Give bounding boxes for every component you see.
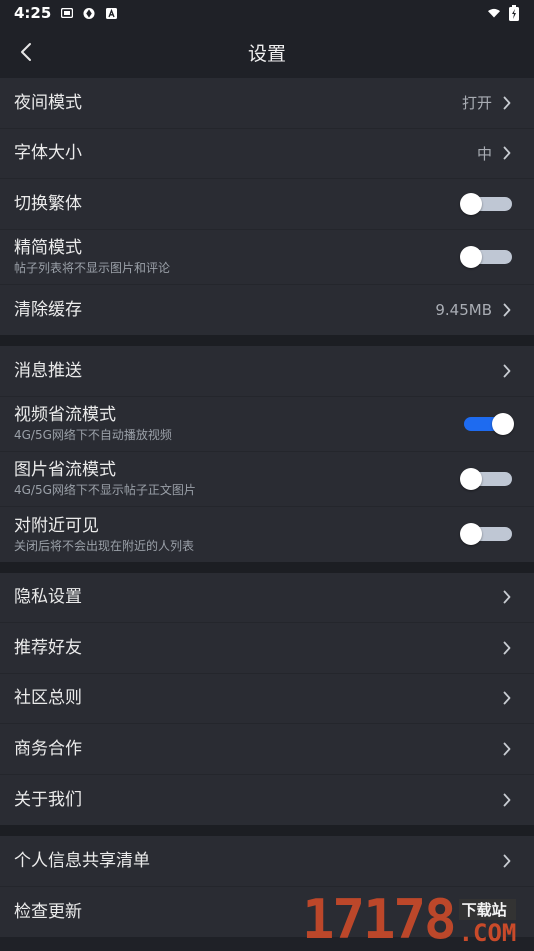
toggle-switch[interactable] bbox=[460, 242, 514, 272]
row-description: 帖子列表将不显示图片和评论 bbox=[14, 261, 171, 275]
chevron-right-icon bbox=[502, 690, 512, 706]
settings-row[interactable]: 清除缓存 9.45MB bbox=[0, 285, 534, 336]
settings-row[interactable]: 隐私设置 bbox=[0, 573, 534, 623]
toggle-knob bbox=[460, 523, 482, 545]
chevron-right-icon bbox=[502, 904, 512, 920]
row-label: 社区总则 bbox=[14, 688, 82, 709]
page-title: 设置 bbox=[247, 42, 286, 65]
wifi-icon bbox=[488, 7, 500, 19]
row-texts: 清除缓存 bbox=[14, 299, 435, 321]
row-description: 4G/5G网络下不自动播放视频 bbox=[14, 428, 172, 442]
settings-group: 隐私设置推荐好友社区总则商务合作关于我们 bbox=[0, 572, 534, 826]
row-label: 切换繁体 bbox=[14, 193, 82, 214]
row-texts: 图片省流模式 4G/5G网络下不显示帖子正文图片 bbox=[14, 459, 460, 498]
settings-row[interactable]: 关于我们 bbox=[0, 775, 534, 826]
row-label: 检查更新 bbox=[14, 901, 82, 922]
settings-row[interactable]: 对附近可见关闭后将不会出现在附近的人列表 bbox=[0, 507, 534, 562]
row-texts: 个人信息共享清单 bbox=[14, 850, 502, 872]
toggle-knob bbox=[492, 412, 514, 435]
chevron-right-icon bbox=[502, 95, 512, 111]
row-value: 9.45MB bbox=[435, 300, 492, 319]
row-texts: 商务合作 bbox=[14, 738, 502, 760]
section-divider bbox=[0, 561, 534, 573]
toggle-switch[interactable] bbox=[460, 464, 514, 494]
settings-row[interactable]: 消息推送 bbox=[0, 346, 534, 397]
row-texts: 精简模式帖子列表将不显示图片和评论 bbox=[14, 237, 460, 276]
row-label: 隐私设置 bbox=[14, 587, 82, 608]
status-time: 4:25 bbox=[14, 4, 52, 22]
chevron-right-icon bbox=[502, 792, 512, 808]
row-label: 字体大小 bbox=[14, 143, 82, 164]
settings-row[interactable]: 推荐好友 bbox=[0, 623, 534, 674]
row-value: 打开 bbox=[461, 94, 492, 113]
settings-row[interactable]: 检查更新 bbox=[0, 887, 534, 938]
row-texts: 消息推送 bbox=[14, 360, 502, 382]
settings-row[interactable]: 社区总则 bbox=[0, 674, 534, 724]
settings-row[interactable]: 字体大小 中 bbox=[0, 129, 534, 179]
settings-row[interactable]: 视频省流模式 4G/5G网络下不自动播放视频 bbox=[0, 397, 534, 452]
row-label: 夜间模式 bbox=[14, 92, 82, 113]
toggle-knob bbox=[460, 245, 482, 268]
row-texts: 视频省流模式 4G/5G网络下不自动播放视频 bbox=[14, 404, 460, 443]
header: 设置 bbox=[0, 26, 534, 78]
chevron-right-icon bbox=[502, 853, 512, 869]
toggle-switch[interactable] bbox=[460, 409, 514, 439]
row-label: 关于我们 bbox=[14, 789, 82, 810]
row-label: 图片省流模式 bbox=[14, 460, 116, 480]
chevron-right-icon bbox=[502, 640, 512, 656]
settings-row[interactable]: 商务合作 bbox=[0, 724, 534, 775]
row-label: 精简模式 bbox=[14, 238, 82, 258]
settings-row[interactable]: 夜间模式 打开 bbox=[0, 78, 534, 129]
toggle-knob bbox=[460, 467, 482, 490]
chevron-right-icon bbox=[502, 302, 512, 318]
row-label: 对附近可见 bbox=[14, 515, 99, 536]
chevron-right-icon bbox=[502, 363, 512, 379]
toggle-knob bbox=[460, 192, 482, 215]
mail-icon bbox=[61, 7, 74, 19]
row-label: 清除缓存 bbox=[14, 299, 82, 320]
section-divider bbox=[0, 825, 534, 836]
row-texts: 隐私设置 bbox=[14, 586, 502, 608]
chevron-right-icon bbox=[502, 589, 512, 605]
row-texts: 字体大小 bbox=[14, 142, 477, 164]
row-texts: 对附近可见关闭后将不会出现在附近的人列表 bbox=[14, 515, 460, 554]
row-label: 视频省流模式 bbox=[14, 405, 116, 425]
settings-group: 个人信息共享清单 检查更新 bbox=[0, 836, 534, 937]
chevron-right-icon bbox=[502, 145, 512, 161]
row-texts: 社区总则 bbox=[14, 687, 502, 709]
battery-icon bbox=[508, 5, 520, 21]
settings-row[interactable]: 个人信息共享清单 bbox=[0, 836, 534, 887]
toggle-switch[interactable] bbox=[460, 519, 514, 549]
row-value: 中 bbox=[476, 144, 492, 163]
row-texts: 推荐好友 bbox=[14, 637, 502, 659]
row-description: 4G/5G网络下不显示帖子正文图片 bbox=[14, 483, 196, 497]
row-texts: 切换繁体 bbox=[14, 193, 460, 215]
chevron-left-icon bbox=[21, 43, 31, 61]
settings-group: 消息推送视频省流模式 4G/5G网络下不自动播放视频图片省流模式 4G/5G网络下不… bbox=[0, 346, 534, 562]
row-label: 推荐好友 bbox=[14, 637, 82, 658]
toggle-switch[interactable] bbox=[460, 189, 514, 219]
settings-row[interactable]: 图片省流模式 4G/5G网络下不显示帖子正文图片 bbox=[0, 452, 534, 507]
status-bar: 4:25 bbox=[0, 0, 534, 26]
row-texts: 夜间模式 bbox=[14, 92, 462, 114]
row-texts: 关于我们 bbox=[14, 789, 502, 811]
settings-list: 夜间模式 打开字体大小 中切换繁体精简模式帖子列表将不显示图片和评论清除缓存 9.45… bbox=[0, 78, 534, 937]
sync-icon bbox=[83, 7, 95, 19]
back-button[interactable] bbox=[10, 34, 42, 70]
settings-row[interactable]: 切换繁体 bbox=[0, 179, 534, 230]
row-label: 个人信息共享清单 bbox=[14, 850, 150, 871]
row-label: 消息推送 bbox=[14, 360, 82, 381]
row-description: 关闭后将不会出现在附近的人列表 bbox=[14, 538, 195, 553]
settings-row[interactable]: 精简模式帖子列表将不显示图片和评论 bbox=[0, 230, 534, 285]
row-label: 商务合作 bbox=[14, 738, 82, 759]
settings-group: 夜间模式 打开字体大小 中切换繁体精简模式帖子列表将不显示图片和评论清除缓存 9.45… bbox=[0, 78, 534, 335]
chevron-right-icon bbox=[502, 741, 512, 757]
section-divider bbox=[0, 335, 534, 346]
row-texts: 检查更新 bbox=[14, 901, 502, 923]
a-icon bbox=[105, 7, 117, 19]
